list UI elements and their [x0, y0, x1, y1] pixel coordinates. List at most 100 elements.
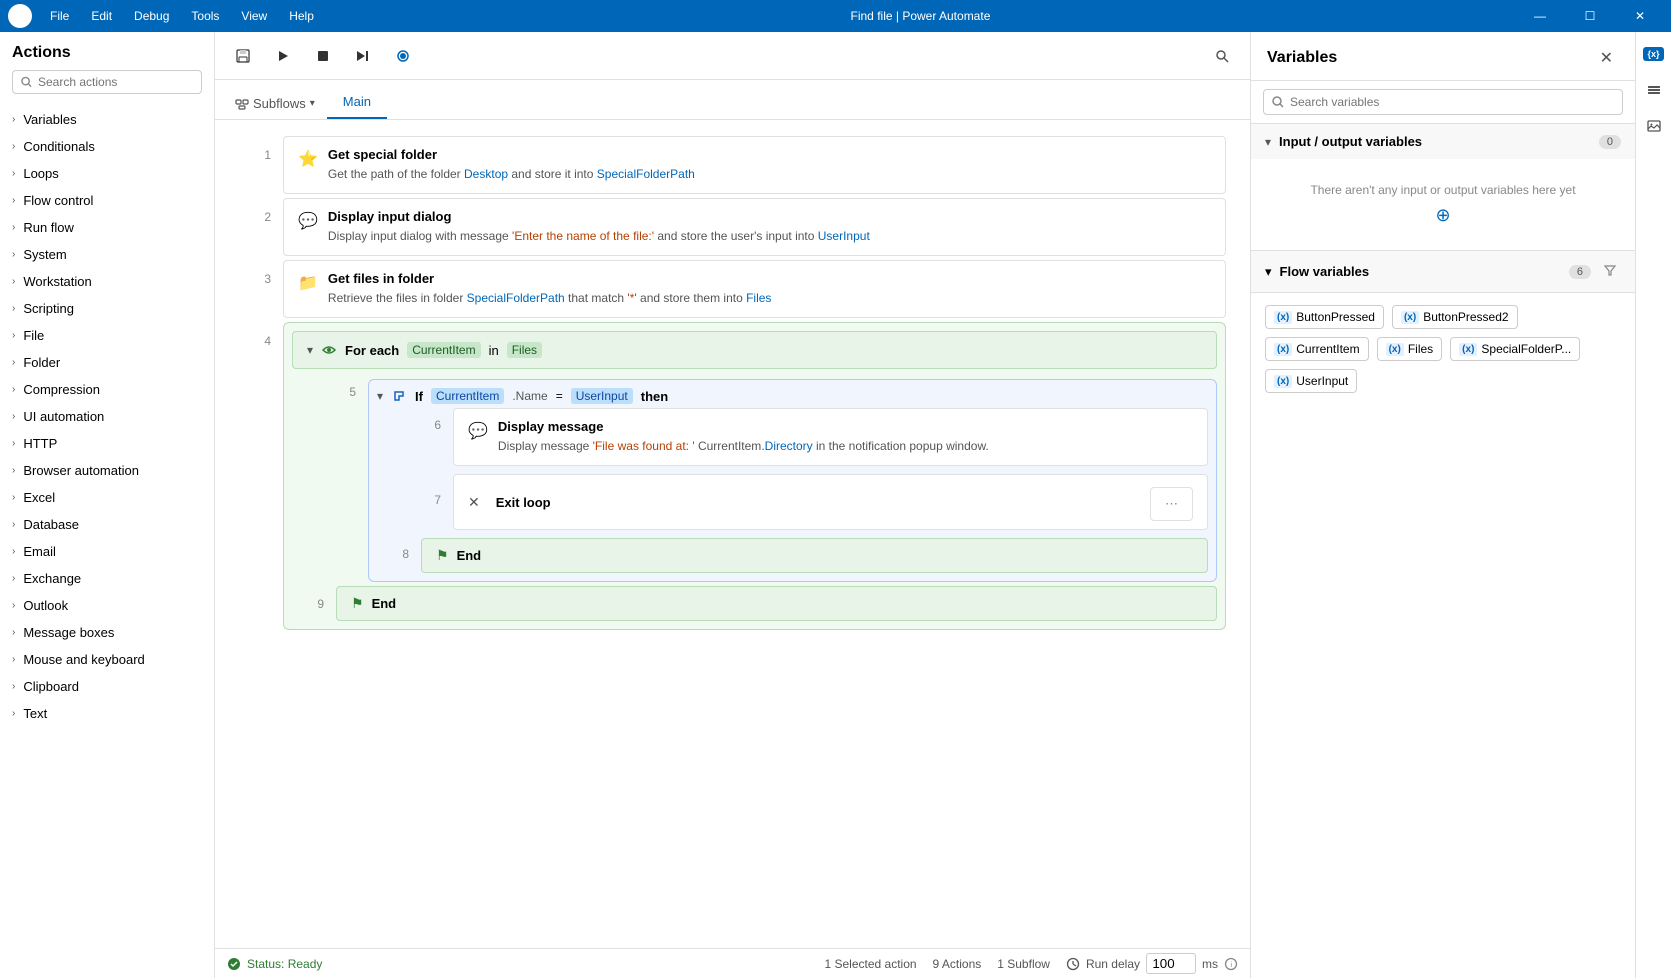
io-section-header[interactable]: ▾ Input / output variables 0 [1251, 124, 1635, 159]
var-chip-button-pressed[interactable]: (x) ButtonPressed [1265, 305, 1384, 329]
action-item-file[interactable]: › File [0, 322, 214, 349]
step-card-end-if[interactable]: ⚑ End [421, 538, 1208, 573]
flow-var-header[interactable]: ▾ Flow variables 6 [1251, 251, 1635, 293]
var-special-folder-path-2: SpecialFolderPath [467, 291, 565, 305]
folder-icon: 📁 [298, 273, 318, 293]
action-item-compression[interactable]: › Compression [0, 376, 214, 403]
subflows-label: Subflows [253, 96, 306, 111]
if-eq-label: = [556, 389, 563, 403]
record-button[interactable] [387, 40, 419, 72]
var-chip-label-files: Files [1408, 342, 1433, 356]
maximize-button[interactable]: ☐ [1567, 0, 1613, 32]
action-item-flow-control[interactable]: › Flow control [0, 187, 214, 214]
status-text: Status: Ready [247, 957, 322, 971]
flow-var-filter-button[interactable] [1599, 261, 1621, 282]
action-item-folder[interactable]: › Folder [0, 349, 214, 376]
action-item-system[interactable]: › System [0, 241, 214, 268]
subflows-button[interactable]: Subflows ▾ [223, 88, 327, 119]
action-item-clipboard[interactable]: › Clipboard [0, 673, 214, 700]
step-card-1[interactable]: ⭐ Get special folder Get the path of the… [283, 136, 1226, 194]
stop-button[interactable] [307, 40, 339, 72]
action-item-http[interactable]: › HTTP [0, 430, 214, 457]
titlebar: File Edit Debug Tools View Help Find fil… [0, 0, 1671, 32]
if-name-label: .Name [512, 389, 547, 403]
run-button[interactable] [267, 40, 299, 72]
step-card-end-main[interactable]: ⚑ End [336, 586, 1217, 621]
chevron-right-icon: › [12, 600, 15, 611]
action-item-scripting[interactable]: › Scripting [0, 295, 214, 322]
str-wildcard: '*' [627, 291, 636, 305]
canvas-search-button[interactable] [1206, 40, 1238, 72]
action-item-run-flow[interactable]: › Run flow [0, 214, 214, 241]
var-chip-user-input[interactable]: (x) UserInput [1265, 369, 1357, 393]
image-side-button[interactable] [1640, 112, 1668, 140]
menu-edit[interactable]: Edit [81, 5, 122, 27]
step-card-2[interactable]: 💬 Display input dialog Display input dia… [283, 198, 1226, 256]
foreach-header[interactable]: ▾ For each CurrentItem in Files [292, 331, 1217, 369]
save-button[interactable] [227, 40, 259, 72]
var-chip-icon-6: (x) [1274, 375, 1292, 388]
io-add-button[interactable]: ⊕ [1267, 205, 1619, 226]
action-item-database[interactable]: › Database [0, 511, 214, 538]
foreach-collapse-icon[interactable]: ▾ [307, 343, 313, 357]
step-card-display-message[interactable]: 💬 Display message Display message 'File … [453, 408, 1208, 466]
action-item-browser-automation[interactable]: › Browser automation [0, 457, 214, 484]
action-item-loops[interactable]: › Loops [0, 160, 214, 187]
exit-icon: ✕ [468, 494, 480, 511]
subflow-count: 1 Subflow [997, 957, 1050, 971]
step-num-9: 9 [292, 597, 324, 611]
action-item-conditionals[interactable]: › Conditionals [0, 133, 214, 160]
variables-side-button[interactable]: {x} [1640, 40, 1668, 68]
menu-view[interactable]: View [231, 5, 277, 27]
variables-close-button[interactable]: ✕ [1594, 46, 1619, 70]
action-item-excel[interactable]: › Excel [0, 484, 214, 511]
tab-main[interactable]: Main [327, 86, 387, 119]
next-button[interactable] [347, 40, 379, 72]
step-content-3: Get files in folder Retrieve the files i… [328, 271, 1211, 307]
action-item-outlook[interactable]: › Outlook [0, 592, 214, 619]
variables-search-box[interactable] [1263, 89, 1623, 115]
search-variables-input[interactable] [1290, 95, 1614, 109]
action-item-text[interactable]: › Text [0, 700, 214, 727]
step-num-3: 3 [239, 260, 271, 286]
var-chip-label-button-pressed2: ButtonPressed2 [1423, 310, 1508, 324]
minimize-button[interactable]: — [1517, 0, 1563, 32]
actions-search-box[interactable] [12, 70, 202, 94]
var-chip-files[interactable]: (x) Files [1377, 337, 1443, 361]
menu-tools[interactable]: Tools [181, 5, 229, 27]
str-file-found: 'File was found at: ' [593, 439, 695, 453]
action-item-email[interactable]: › Email [0, 538, 214, 565]
step-title-1: Get special folder [328, 147, 1211, 162]
action-item-mouse-keyboard[interactable]: › Mouse and keyboard [0, 646, 214, 673]
action-item-message-boxes[interactable]: › Message boxes [0, 619, 214, 646]
menu-help[interactable]: Help [279, 5, 324, 27]
action-item-exchange[interactable]: › Exchange [0, 565, 214, 592]
selected-action-count: 1 Selected action [824, 957, 916, 971]
if-header[interactable]: ▾ If CurrentItem .Name = UserInput then [377, 388, 1208, 404]
step-card-exit-loop[interactable]: ✕ Exit loop ⋯ [453, 474, 1208, 530]
var-directory: .Directory [761, 439, 812, 453]
exit-more-button[interactable]: ⋯ [1150, 487, 1193, 521]
step-title-msg: Display message [498, 419, 1193, 434]
step-num-8: 8 [377, 547, 409, 561]
step-3: 3 📁 Get files in folder Retrieve the fil… [239, 260, 1226, 318]
str-enter-name: 'Enter the name of the file:' [512, 229, 654, 243]
menu-debug[interactable]: Debug [124, 5, 179, 27]
action-item-variables[interactable]: › Variables [0, 106, 214, 133]
if-collapse-icon[interactable]: ▾ [377, 389, 383, 403]
search-actions-input[interactable] [38, 75, 193, 89]
layers-side-button[interactable] [1640, 76, 1668, 104]
close-button[interactable]: ✕ [1617, 0, 1663, 32]
end-flag-icon: ⚑ [436, 547, 449, 564]
io-var-count: 0 [1599, 135, 1621, 149]
action-item-ui-automation[interactable]: › UI automation [0, 403, 214, 430]
action-item-workstation[interactable]: › Workstation [0, 268, 214, 295]
menu-file[interactable]: File [40, 5, 79, 27]
var-chip-special-folder-path[interactable]: (x) SpecialFolderP... [1450, 337, 1580, 361]
flow-canvas: 1 ⭐ Get special folder Get the path of t… [215, 120, 1250, 948]
step-8-row: 8 ⚑ End [377, 534, 1208, 573]
run-delay-input[interactable] [1146, 953, 1196, 974]
var-chip-current-item[interactable]: (x) CurrentItem [1265, 337, 1369, 361]
step-card-3[interactable]: 📁 Get files in folder Retrieve the files… [283, 260, 1226, 318]
var-chip-button-pressed2[interactable]: (x) ButtonPressed2 [1392, 305, 1518, 329]
